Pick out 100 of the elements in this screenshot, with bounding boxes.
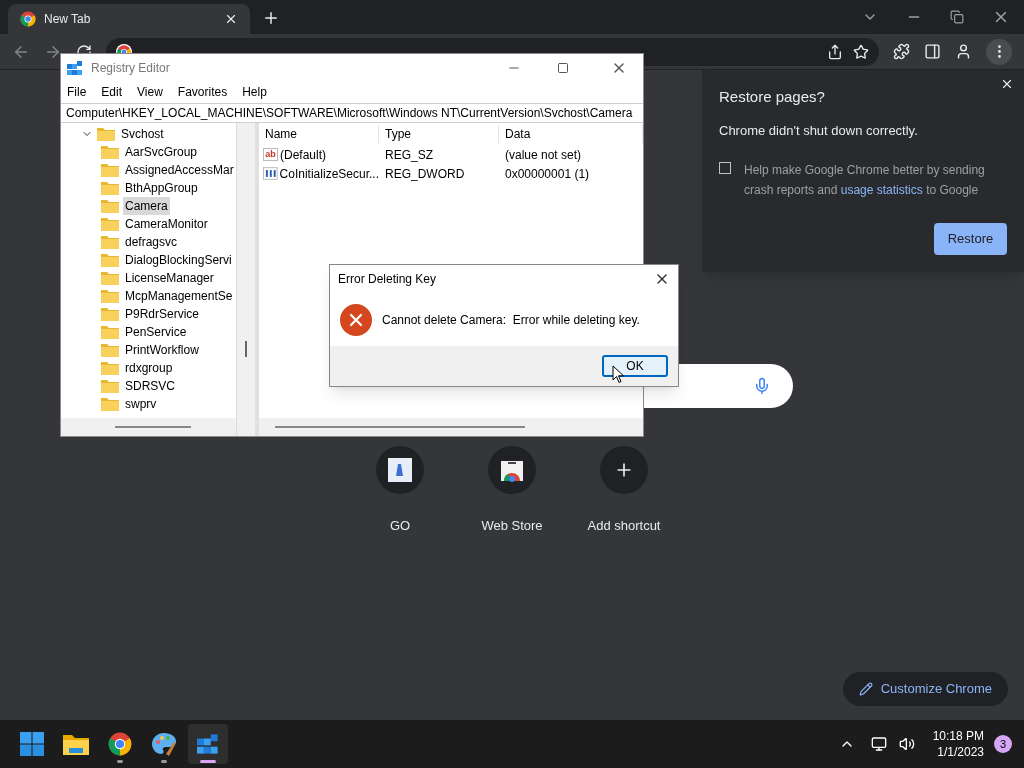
menu-item[interactable]: View — [137, 83, 163, 101]
folder-icon — [101, 181, 119, 195]
folder-icon — [101, 199, 119, 213]
menu-item[interactable]: File — [67, 83, 87, 101]
tree-item[interactable]: PrintWorkflow — [123, 341, 201, 359]
dialog-title: Error Deleting Key — [338, 271, 438, 288]
value-type: REG_SZ — [384, 146, 434, 164]
tree-item[interactable]: DialogBlockingServi — [123, 251, 234, 269]
scrollbar-thumb[interactable] — [245, 341, 247, 357]
folder-icon — [101, 325, 119, 339]
tree-item[interactable]: PenService — [123, 323, 189, 341]
error-message: Cannot delete Camera: Error while deleting key. — [382, 311, 640, 329]
microphone-icon[interactable] — [753, 377, 771, 395]
folder-icon — [101, 397, 119, 411]
customize-chrome-button[interactable]: Customize Chrome — [842, 672, 1008, 706]
registry-icon — [67, 59, 83, 76]
star-icon[interactable] — [853, 43, 869, 60]
column-header[interactable]: Type — [379, 125, 499, 143]
shortcut-label: Web Store — [481, 517, 543, 535]
string-value-icon: ab — [263, 148, 278, 161]
browser-tab[interactable]: New Tab — [8, 4, 250, 34]
folder-icon — [101, 253, 119, 267]
scrollbar-thumb[interactable] — [115, 426, 191, 428]
shortcut-tile[interactable]: Web Store — [456, 446, 568, 536]
shortcut-tile[interactable]: Add shortcut — [568, 446, 680, 536]
folder-icon — [97, 127, 115, 141]
running-indicator — [117, 760, 123, 763]
menu-item[interactable]: Edit — [101, 83, 123, 101]
tab-title: New Tab — [44, 11, 92, 28]
mouse-pointer-icon — [612, 365, 625, 384]
volume-icon[interactable] — [898, 736, 915, 752]
folder-icon — [101, 379, 119, 393]
value-data: 0x00000001 (1) — [504, 165, 590, 183]
address-bar[interactable]: Computer\HKEY_LOCAL_MACHINE\SOFTWARE\Microsoft\Windows NT\CurrentVersion\Svchost\Camera — [61, 103, 643, 123]
new-tab-icon[interactable] — [262, 9, 280, 27]
shortcut-label: GO — [389, 517, 411, 535]
tree-item[interactable]: rdxgroup — [123, 359, 175, 377]
close-icon[interactable] — [224, 12, 238, 26]
chrome-icon — [108, 732, 132, 756]
shortcut-label: Add shortcut — [587, 517, 661, 535]
maximize-icon[interactable] — [557, 61, 569, 74]
restore-button[interactable]: Restore — [934, 223, 1007, 255]
value-name[interactable]: (Default) — [280, 145, 326, 164]
folder-icon — [101, 343, 119, 357]
tree-item[interactable]: AssignedAccessMar — [123, 161, 236, 179]
folder-icon — [101, 271, 119, 285]
checkbox-label: Help make Google Chrome better by sending crash reports and usage statistics to Google — [744, 162, 986, 199]
palette-icon — [151, 732, 177, 756]
shortcut-tile[interactable]: GO — [344, 446, 456, 536]
restore-icon[interactable] — [950, 10, 964, 24]
taskbar-app[interactable] — [188, 724, 228, 764]
profile-icon[interactable] — [955, 43, 972, 60]
popup-message: Chrome didn't shut down correctly. — [719, 121, 919, 140]
ok-button[interactable]: OK — [602, 355, 668, 377]
value-type: REG_DWORD — [384, 165, 466, 183]
network-icon[interactable] — [870, 736, 887, 752]
column-header[interactable]: Data — [499, 125, 643, 143]
chrome-icon — [20, 11, 36, 27]
tree-item[interactable]: Camera — [123, 197, 170, 215]
clock-date[interactable]: 1/1/2023 — [937, 744, 984, 760]
close-icon[interactable] — [1000, 77, 1014, 91]
checkbox[interactable] — [719, 162, 731, 174]
value-name[interactable]: CoInitializeSecur... — [279, 164, 379, 183]
tree-item[interactable]: AarSvcGroup — [123, 143, 200, 161]
column-header[interactable]: Name — [259, 125, 379, 143]
clock-time[interactable]: 10:18 PM — [932, 728, 984, 744]
tree-item[interactable]: BthAppGroup — [123, 179, 200, 197]
tree-item[interactable]: LicenseManager — [123, 269, 216, 287]
share-icon[interactable] — [827, 43, 843, 60]
tree-item[interactable]: McpManagementSe — [123, 287, 235, 305]
folder-icon — [101, 163, 119, 177]
windows-logo-icon — [20, 732, 44, 756]
tree-item[interactable]: SDRSVC — [123, 377, 177, 395]
folder-icon — [101, 289, 119, 303]
extensions-icon[interactable] — [893, 43, 910, 60]
folder-icon — [101, 145, 119, 159]
notification-badge[interactable]: 3 — [994, 735, 1012, 753]
site-favicon-icon — [388, 458, 412, 482]
side-panel-icon[interactable] — [924, 43, 941, 60]
running-indicator — [200, 760, 216, 763]
error-icon — [340, 303, 372, 336]
tree-item[interactable]: Svchost — [119, 125, 166, 143]
running-indicator — [161, 760, 167, 763]
value-data: (value not set) — [504, 146, 582, 164]
tree-item[interactable]: CameraMonitor — [123, 215, 210, 233]
tree-item[interactable]: P9RdrService — [123, 305, 202, 323]
scrollbar-thumb[interactable] — [275, 426, 525, 428]
folder-icon — [101, 361, 119, 375]
folder-icon — [101, 235, 119, 249]
usage-statistics-link[interactable]: usage statistics — [840, 183, 923, 197]
menu-item[interactable]: Favorites — [177, 83, 228, 101]
popup-title: Restore pages? — [719, 87, 826, 107]
folder-icon — [101, 307, 119, 321]
binary-value-icon — [263, 167, 278, 180]
web-store-icon — [500, 458, 524, 482]
tree-item[interactable]: swprv — [123, 395, 159, 413]
pencil-icon — [858, 682, 873, 696]
folder-icon — [63, 733, 89, 755]
menu-item[interactable]: Help — [242, 83, 267, 101]
tree-item[interactable]: defragsvc — [123, 233, 180, 251]
